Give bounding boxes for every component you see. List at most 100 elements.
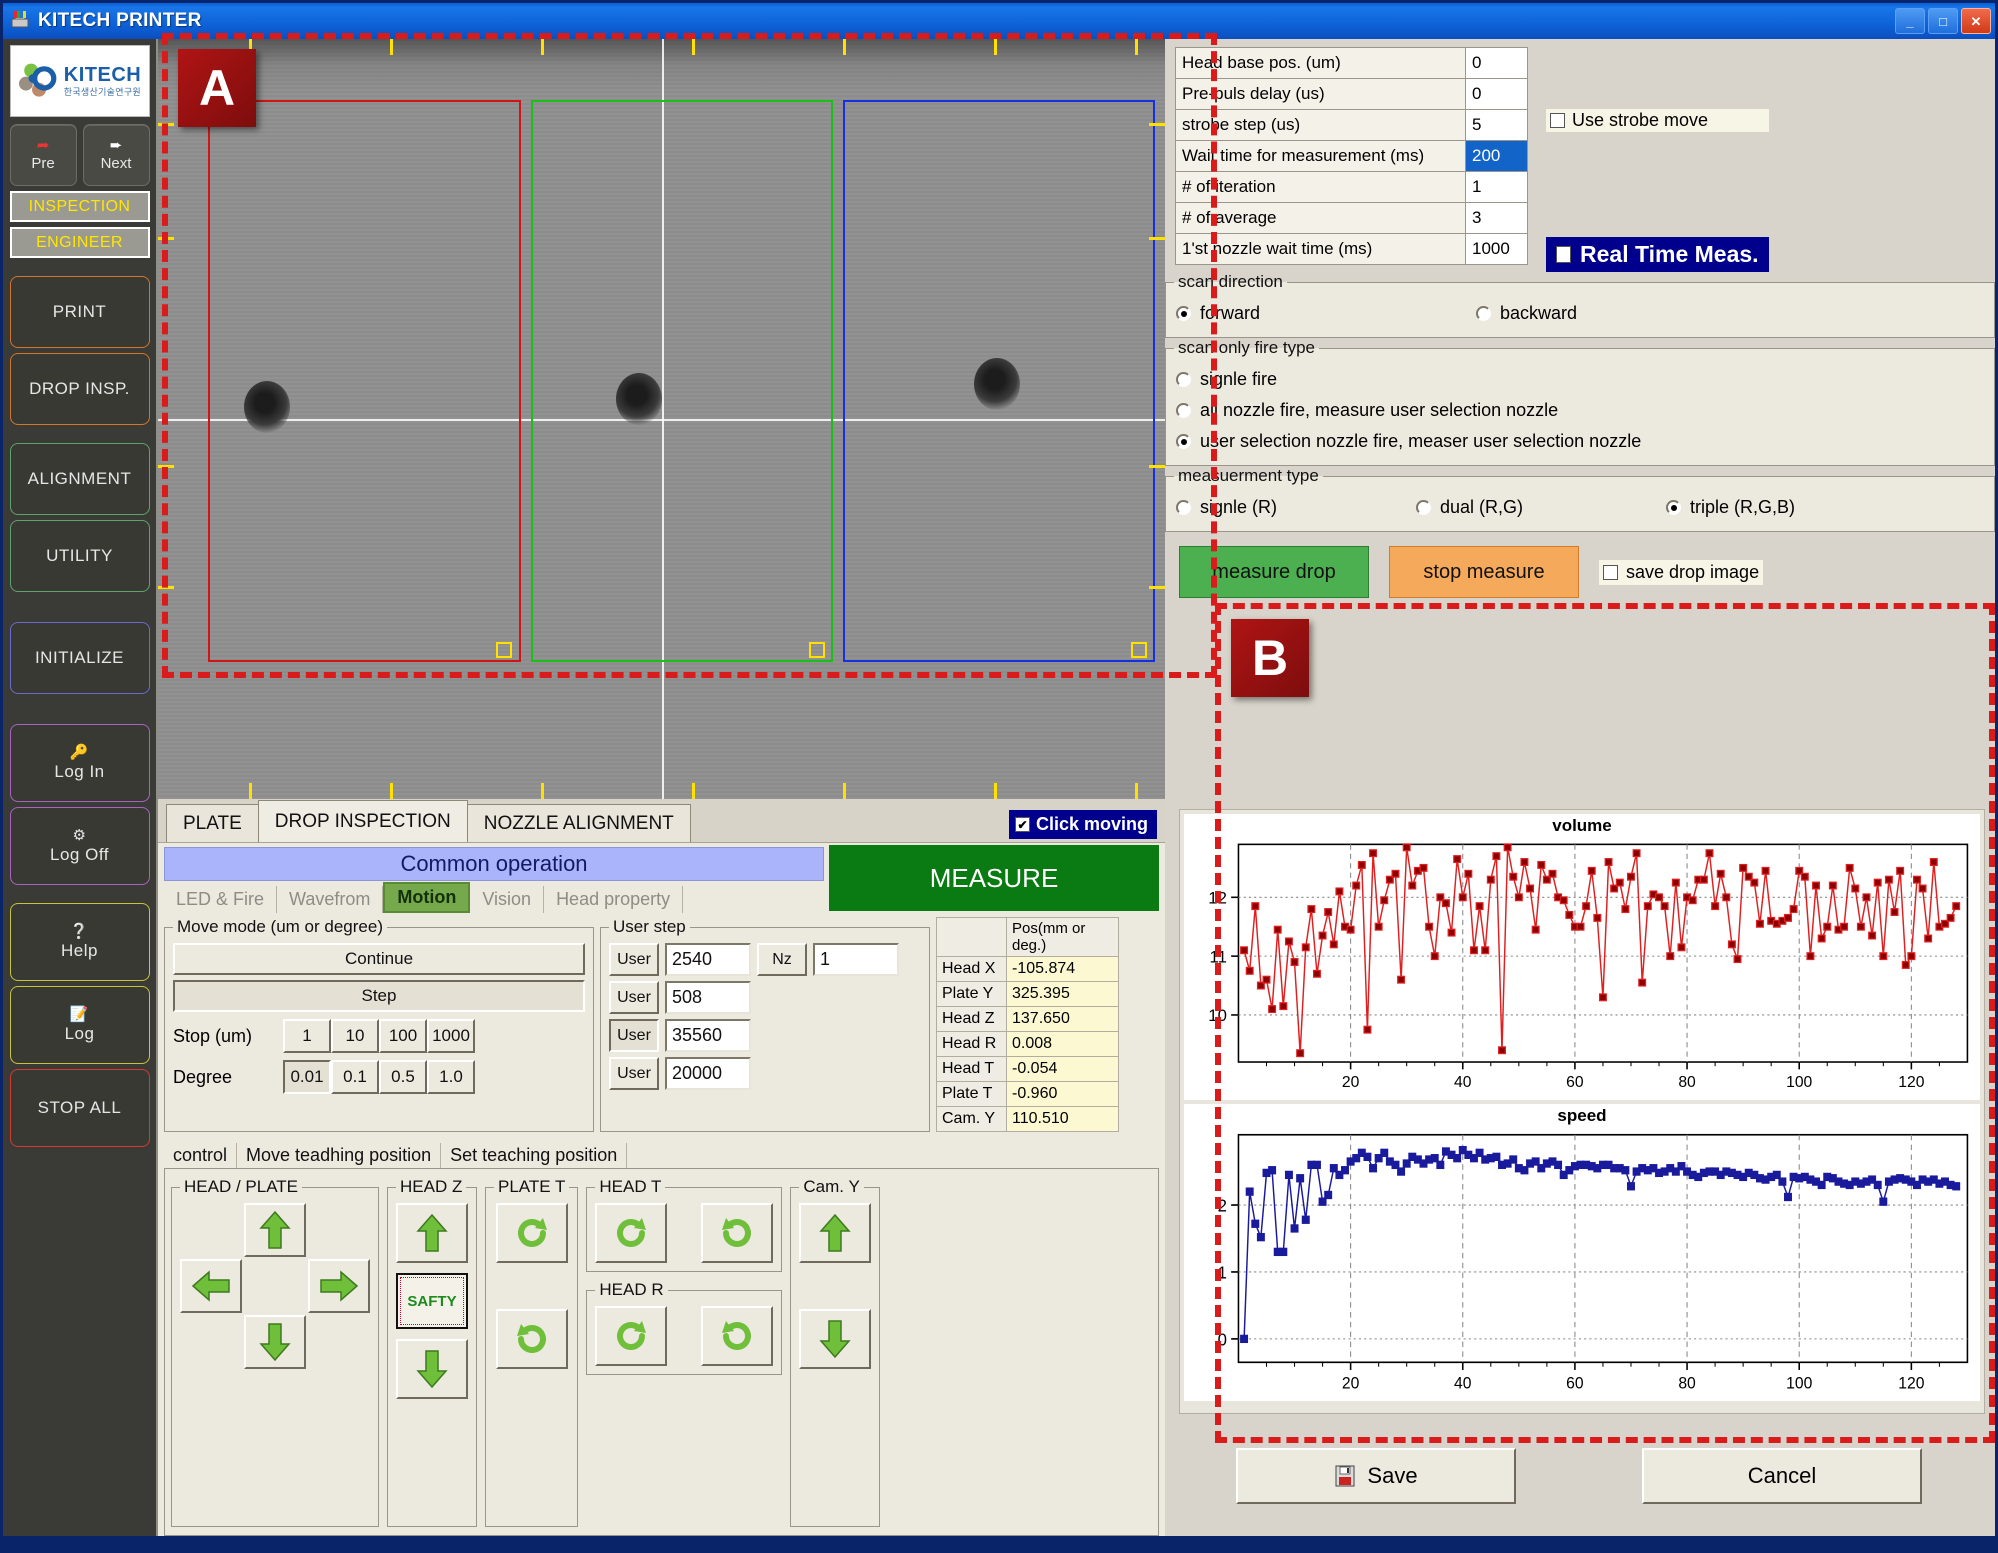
real-time-meas-checkbox[interactable]: ✓: [1556, 246, 1571, 263]
save-button[interactable]: Save: [1236, 1448, 1516, 1504]
radio-forward[interactable]: forward: [1174, 298, 1474, 329]
head-r-ccw-button[interactable]: [595, 1306, 668, 1366]
head-r-cw-button[interactable]: [701, 1306, 774, 1366]
param-value[interactable]: 1: [1465, 171, 1528, 203]
param-value[interactable]: 1000: [1465, 233, 1528, 265]
roi-green[interactable]: [530, 99, 833, 663]
cancel-button[interactable]: Cancel: [1642, 1448, 1922, 1504]
radio-indicator[interactable]: [1176, 434, 1191, 449]
stop-step-1[interactable]: 1: [283, 1019, 331, 1053]
minimize-button[interactable]: _: [1895, 8, 1925, 34]
radio-indicator[interactable]: [1176, 372, 1191, 387]
tab-drop-inspection[interactable]: DROP INSPECTION: [257, 800, 468, 842]
radio-indicator[interactable]: [1666, 500, 1681, 515]
sidebar-item-log-in[interactable]: 🔑 Log In: [9, 724, 150, 802]
param-value[interactable]: 3: [1465, 202, 1528, 234]
sidebar-item-drop-insp[interactable]: DROP INSP.: [9, 353, 150, 425]
stop-step-100[interactable]: 100: [379, 1019, 427, 1053]
degree-step-001[interactable]: 0.01: [283, 1060, 331, 1094]
close-button[interactable]: ✕: [1961, 8, 1991, 34]
head-plate-left-button[interactable]: [180, 1259, 242, 1313]
tab-plate[interactable]: PLATE: [166, 804, 259, 842]
cam-y-down-button[interactable]: [799, 1309, 872, 1369]
degree-step-01[interactable]: 0.1: [331, 1060, 379, 1094]
next-button[interactable]: ➨ Next: [82, 124, 150, 186]
roi-handle[interactable]: [1130, 642, 1147, 659]
step-button[interactable]: Step: [173, 980, 585, 1012]
head-t-ccw-button[interactable]: [595, 1203, 668, 1263]
radio-single-r[interactable]: signle (R): [1174, 492, 1414, 523]
tab-motion[interactable]: Motion: [383, 882, 471, 913]
radio-indicator[interactable]: [1416, 500, 1431, 515]
head-plate-down-button[interactable]: [244, 1315, 306, 1369]
user-step-button-1[interactable]: User: [609, 943, 659, 976]
param-value-selected[interactable]: 200: [1465, 140, 1528, 172]
sidebar-item-utility[interactable]: UTILITY: [9, 520, 150, 592]
roi-red[interactable]: [208, 99, 521, 663]
continue-button[interactable]: Continue: [173, 943, 585, 975]
head-plate-right-button[interactable]: [308, 1259, 370, 1313]
sidebar-item-help[interactable]: ❔ Help: [9, 903, 150, 981]
tab-led-fire[interactable]: LED & Fire: [164, 886, 278, 913]
tab-move-teaching-position[interactable]: Move teadhing position: [237, 1143, 442, 1168]
degree-step-05[interactable]: 0.5: [379, 1060, 427, 1094]
roi-handle[interactable]: [808, 642, 825, 659]
real-time-meas-toggle[interactable]: ✓ Real Time Meas.: [1546, 237, 1769, 272]
radio-indicator[interactable]: [1476, 306, 1491, 321]
user-step-button-4[interactable]: User: [609, 1057, 659, 1090]
user-step-value-1[interactable]: 2540: [665, 943, 751, 976]
plate-t-ccw-button[interactable]: [495, 1203, 568, 1263]
nz-value-input[interactable]: 1: [813, 943, 899, 976]
radio-triple-rgb[interactable]: triple (R,G,B): [1664, 492, 1797, 523]
use-strobe-move-toggle[interactable]: ✓ Use strobe move: [1546, 109, 1769, 132]
click-moving-checkbox[interactable]: ✔: [1014, 817, 1030, 832]
nz-button[interactable]: Nz: [757, 943, 807, 976]
cam-y-up-button[interactable]: [799, 1203, 872, 1263]
user-step-value-4[interactable]: 20000: [665, 1057, 751, 1090]
degree-step-10[interactable]: 1.0: [427, 1060, 475, 1094]
maximize-button[interactable]: □: [1928, 8, 1958, 34]
sidebar-item-initialize[interactable]: INITIALIZE: [9, 622, 150, 694]
param-value[interactable]: 0: [1465, 78, 1528, 110]
stop-step-10[interactable]: 10: [331, 1019, 379, 1053]
head-z-up-button[interactable]: [396, 1203, 468, 1263]
user-step-button-3[interactable]: User: [609, 1019, 659, 1052]
radio-indicator[interactable]: [1176, 306, 1191, 321]
radio-indicator[interactable]: [1176, 500, 1191, 515]
use-strobe-move-checkbox[interactable]: ✓: [1550, 113, 1565, 128]
tab-vision[interactable]: Vision: [470, 886, 545, 913]
measure-button[interactable]: MEASURE: [829, 845, 1159, 911]
sidebar-item-stop-all[interactable]: STOP ALL: [9, 1069, 150, 1147]
save-drop-image-checkbox[interactable]: ✓: [1603, 564, 1618, 580]
radio-dual-rg[interactable]: dual (R,G): [1414, 492, 1664, 523]
radio-user-selection-nozzle-fire[interactable]: user selection nozzle fire, measer user …: [1174, 426, 1986, 457]
measure-drop-button[interactable]: measure drop: [1179, 546, 1369, 598]
sidebar-item-log[interactable]: 📝 Log: [9, 986, 150, 1064]
radio-single-fire[interactable]: signle fire: [1174, 364, 1986, 395]
radio-backward[interactable]: backward: [1474, 298, 1579, 329]
roi-handle[interactable]: [496, 642, 513, 659]
param-value[interactable]: 5: [1465, 109, 1528, 141]
tab-head-property[interactable]: Head property: [544, 886, 684, 913]
user-step-value-3[interactable]: 35560: [665, 1019, 751, 1052]
sidebar-item-print[interactable]: PRINT: [9, 276, 150, 348]
radio-indicator[interactable]: [1176, 403, 1191, 418]
radio-all-nozzle-fire[interactable]: all nozzle fire, measure user selection …: [1174, 395, 1986, 426]
sidebar-item-alignment[interactable]: ALIGNMENT: [9, 443, 150, 515]
mode-inspection[interactable]: INSPECTION: [9, 191, 150, 222]
tab-wavefrom[interactable]: Wavefrom: [277, 886, 384, 913]
tab-nozzle-alignment[interactable]: NOZZLE ALIGNMENT: [466, 804, 691, 842]
tab-set-teaching-position[interactable]: Set teaching position: [441, 1143, 628, 1168]
mode-engineer[interactable]: ENGINEER: [9, 227, 150, 258]
save-drop-image-toggle[interactable]: ✓ save drop image: [1599, 559, 1764, 585]
camera-view[interactable]: [158, 39, 1165, 799]
plate-t-cw-button[interactable]: [495, 1309, 568, 1369]
head-plate-up-button[interactable]: [244, 1203, 306, 1257]
tab-control[interactable]: control: [164, 1143, 238, 1168]
stop-step-1000[interactable]: 1000: [427, 1019, 475, 1053]
stop-measure-button[interactable]: stop measure: [1389, 546, 1579, 598]
click-moving-toggle[interactable]: ✔ Click moving: [1008, 810, 1157, 839]
head-t-cw-button[interactable]: [701, 1203, 774, 1263]
user-step-value-2[interactable]: 508: [665, 981, 751, 1014]
head-z-down-button[interactable]: [396, 1339, 468, 1399]
